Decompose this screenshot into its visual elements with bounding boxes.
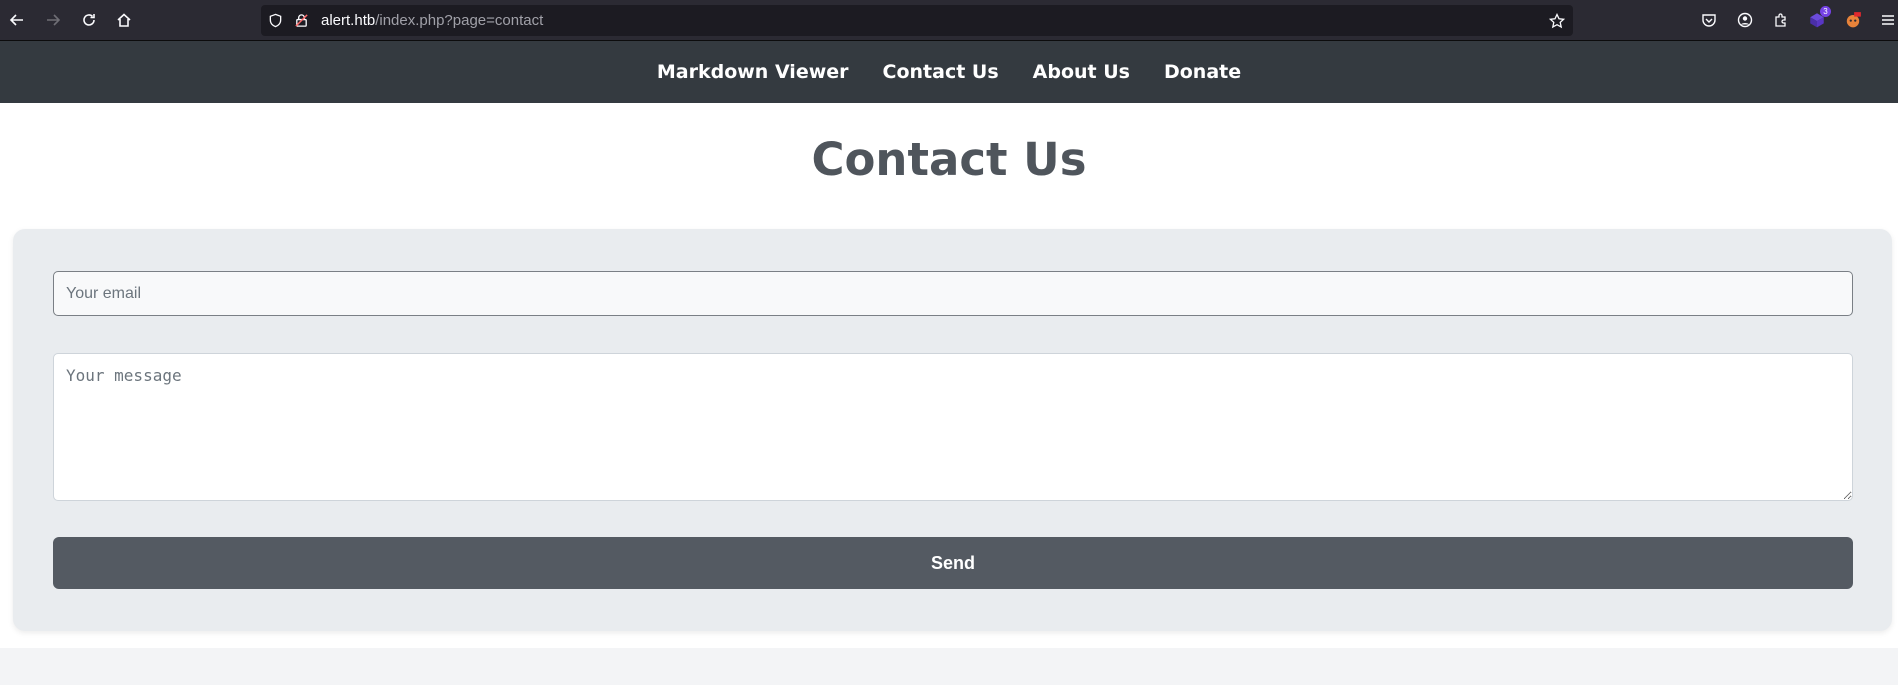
back-icon[interactable] xyxy=(5,8,29,32)
foxyproxy-icon[interactable] xyxy=(1843,10,1863,30)
nav-link-about-us[interactable]: About Us xyxy=(1033,61,1130,83)
page-content: Contact Us Send xyxy=(0,103,1898,648)
page-title: Contact Us xyxy=(811,133,1087,186)
url-text[interactable]: alert.htb/index.php?page=contact xyxy=(321,12,543,29)
lock-insecure-icon[interactable] xyxy=(293,12,310,29)
page-background xyxy=(0,648,1898,685)
account-icon[interactable] xyxy=(1735,10,1755,30)
extension-badge: 3 xyxy=(1820,6,1831,17)
url-host: alert.htb xyxy=(321,12,376,29)
contact-form: Send xyxy=(13,229,1892,631)
nav-link-markdown-viewer[interactable]: Markdown Viewer xyxy=(657,61,849,83)
browser-toolbar: alert.htb/index.php?page=contact 3 xyxy=(0,0,1898,41)
site-navbar: Markdown Viewer Contact Us About Us Dona… xyxy=(0,41,1898,103)
bookmark-star-icon[interactable] xyxy=(1548,12,1565,29)
extensions-icon[interactable] xyxy=(1771,10,1791,30)
extension-addon-icon[interactable]: 3 xyxy=(1807,6,1831,30)
send-button[interactable]: Send xyxy=(53,537,1853,589)
forward-icon[interactable] xyxy=(41,8,65,32)
menu-icon[interactable] xyxy=(1878,10,1898,30)
reload-icon[interactable] xyxy=(77,8,101,32)
pocket-icon[interactable] xyxy=(1699,10,1719,30)
nav-link-donate[interactable]: Donate xyxy=(1164,61,1241,83)
shield-icon[interactable] xyxy=(267,12,284,29)
home-icon[interactable] xyxy=(112,8,136,32)
email-field[interactable] xyxy=(53,271,1853,316)
nav-link-contact-us[interactable]: Contact Us xyxy=(883,61,999,83)
message-field[interactable] xyxy=(53,353,1853,501)
url-path: /index.php?page=contact xyxy=(375,12,544,29)
url-bar[interactable]: alert.htb/index.php?page=contact xyxy=(261,5,1573,36)
